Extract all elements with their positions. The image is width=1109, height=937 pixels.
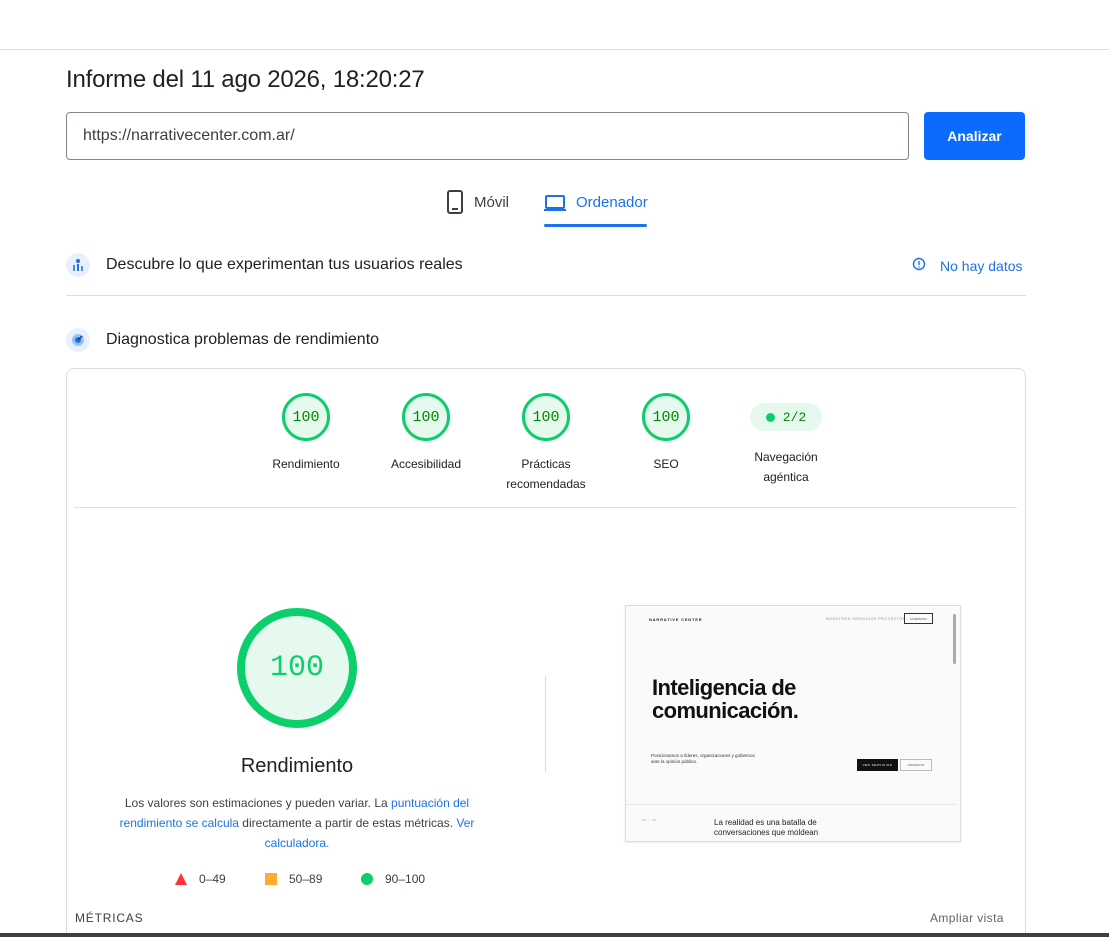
analyze-button[interactable]: Analizar (924, 112, 1025, 160)
square-icon (265, 873, 277, 885)
triangle-icon (175, 873, 187, 885)
field-data-row[interactable]: Descubre lo que experimentan tus usuario… (66, 253, 1026, 277)
score-value: 100 (282, 393, 330, 441)
score-label: SEO (653, 457, 679, 471)
desc-prefix: Los valores son estimaciones y pueden va… (124, 796, 392, 810)
preview-cta: CONTACTO (904, 613, 933, 624)
score-gauge-seo[interactable]: 100 SEO (616, 393, 716, 474)
smartphone-icon (446, 190, 464, 218)
score-value: 100 (642, 393, 690, 441)
legend-pass: 90–100 (361, 872, 425, 886)
lab-data-label: Diagnostica problemas de rendimiento (106, 331, 380, 348)
agentic-pill: 2/2 (750, 403, 822, 431)
vertical-divider (545, 676, 546, 772)
preview-primary-button: VER SERVICIOS (857, 759, 898, 771)
url-input[interactable] (66, 112, 909, 160)
preview-headline: Inteligencia de comunicación. (652, 675, 799, 723)
agentic-navigation-score[interactable]: 2/2 Navegación agéntica (736, 393, 836, 487)
users-chart-icon (66, 253, 90, 277)
preview-logo: NARRATIVE CENTER (649, 617, 703, 622)
laptop-icon (544, 190, 566, 218)
final-screenshot-preview[interactable]: NARRATIVE CENTER NOSOTROS SERVICIOS PROY… (625, 605, 961, 842)
preview-subtext: Posicionamos a líderes, organizaciones y… (651, 753, 755, 764)
top-bar (0, 0, 1109, 50)
card-divider (74, 507, 1017, 508)
preview-secondary-button: CONTACTO (900, 759, 932, 771)
preview-scrollbar (953, 614, 956, 664)
info-icon (912, 257, 926, 274)
score-gauge-accessibility[interactable]: 100 Accesibilidad (376, 393, 476, 474)
tab-active-indicator (544, 224, 647, 227)
no-data-link[interactable]: No hay datos (912, 257, 1023, 274)
score-label: Accesibilidad (390, 457, 462, 471)
legend-range: 0–49 (199, 872, 226, 886)
legend-average: 50–89 (265, 872, 322, 886)
agentic-value: 2/2 (782, 409, 807, 425)
speedometer-icon (66, 328, 90, 352)
legend-range: 90–100 (385, 872, 426, 886)
desc-middle: directamente a partir de estas métricas. (238, 816, 457, 830)
preview-section-tag: 01 / 04 (642, 818, 657, 822)
performance-big-gauge: 100 (237, 608, 357, 728)
score-value: 100 (522, 393, 570, 441)
agentic-label: Navegación agéntica (754, 450, 818, 484)
preview-section-text: La realidad es una batalla de conversaci… (714, 818, 819, 837)
legend-range: 50–89 (289, 872, 323, 886)
performance-label: Rendimiento (240, 755, 354, 777)
legend-fail: 0–49 (175, 872, 226, 886)
tab-mobile[interactable]: Móvil (446, 190, 509, 228)
field-data-label: Descubre lo que experimentan tus usuario… (106, 256, 463, 273)
report-title: Informe del 11 ago 2026, 18:20:27 (66, 66, 425, 93)
section-divider (66, 295, 1026, 296)
pass-dot-icon (765, 412, 775, 422)
preview-divider (626, 804, 956, 805)
circle-icon (361, 873, 373, 885)
tab-desktop-label: Ordenador (576, 194, 648, 211)
performance-description: Los valores son estimaciones y pueden va… (117, 793, 477, 853)
score-value: 100 (402, 393, 450, 441)
score-label: Rendimiento (272, 457, 340, 471)
score-gauge-performance[interactable]: 100 Rendimiento (256, 393, 356, 474)
tab-mobile-label: Móvil (474, 194, 510, 211)
tab-desktop[interactable]: Ordenador (544, 190, 648, 228)
metrics-heading: MÉTRICAS (75, 911, 144, 925)
no-data-label: No hay datos (940, 257, 1023, 274)
lab-data-row[interactable]: Diagnostica problemas de rendimiento (66, 328, 1026, 352)
score-gauge-best-practices[interactable]: 100 Prácticas recomendadas (496, 393, 596, 494)
bottom-edge (0, 933, 1109, 937)
score-label: Prácticas recomendadas (506, 457, 586, 491)
preview-nav-links: NOSOTROS SERVICIOS PROYECTOS (826, 617, 906, 621)
expand-view-toggle[interactable]: Ampliar vista (930, 911, 1004, 925)
